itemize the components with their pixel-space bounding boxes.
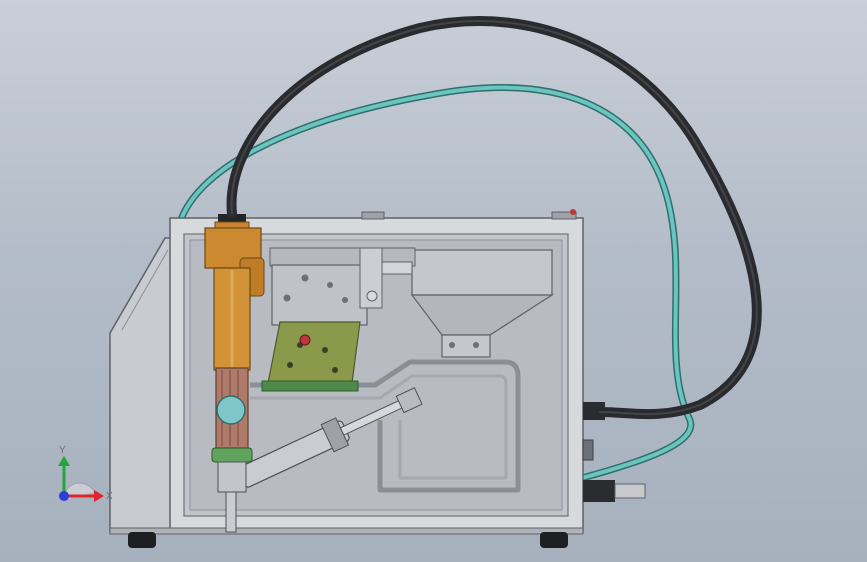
z-axis-dot <box>59 491 69 501</box>
y-axis-label: Y <box>59 445 66 456</box>
x-axis-label: X <box>106 491 113 502</box>
foot-left <box>128 532 156 548</box>
cad-viewport[interactable]: Y X <box>0 0 867 562</box>
axis-triad: Y X <box>58 445 113 502</box>
foot-right <box>540 532 568 548</box>
